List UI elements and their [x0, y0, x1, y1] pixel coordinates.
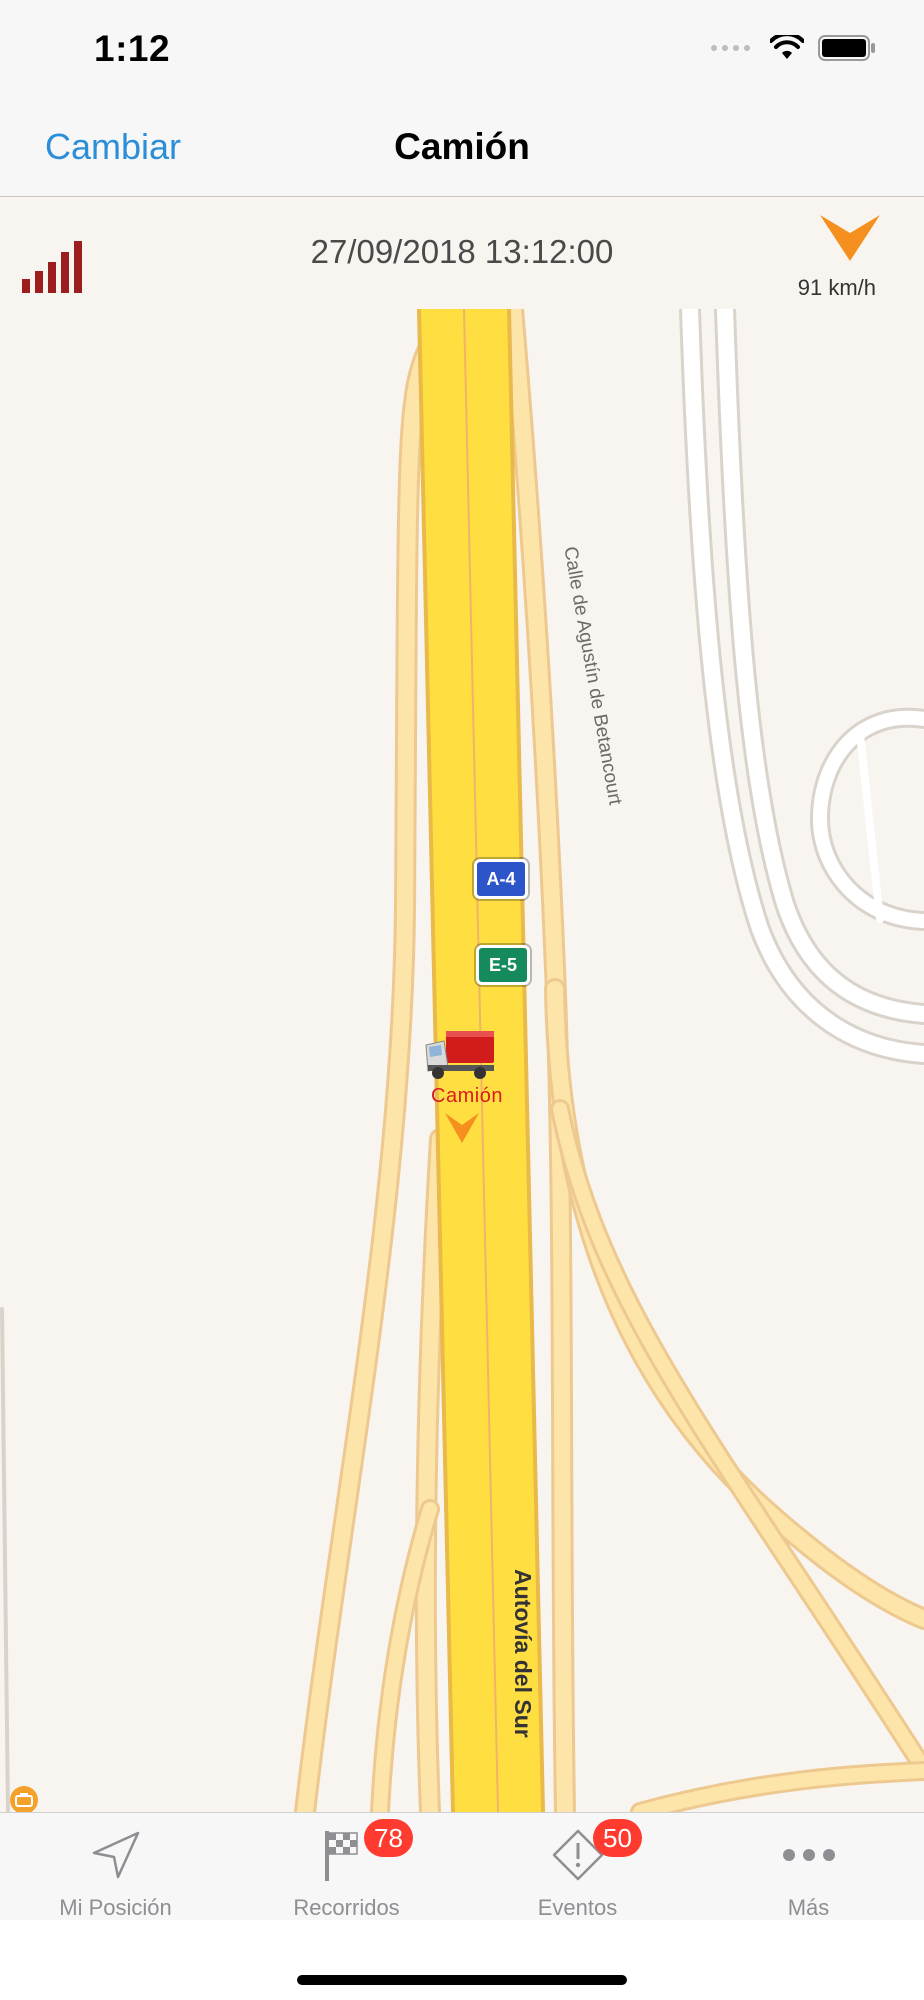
vehicle-map-label: Camión: [431, 1085, 503, 1107]
page-title: Camión: [394, 126, 530, 167]
location-arrow-icon: [86, 1827, 146, 1883]
navigation-bar: Cambiar Camión: [0, 100, 924, 197]
battery-icon: [818, 35, 875, 61]
position-datetime: 27/09/2018 13:12:00: [310, 233, 614, 270]
recorridos-badge: 78: [364, 1819, 413, 1857]
more-dots-icon: [779, 1827, 839, 1883]
tab-label: Más: [787, 1895, 830, 1920]
tab-eventos[interactable]: 50 Eventos: [462, 1813, 693, 1921]
vehicle-info-bar: 27/09/2018 13:12:00 91 km/h: [0, 197, 924, 309]
highway-shield-a4: A-4: [474, 859, 528, 899]
tab-label: Recorridos: [293, 1895, 400, 1920]
tab-label: Mi Posición: [59, 1895, 172, 1920]
tab-label: Eventos: [537, 1895, 618, 1920]
tab-mi-posicion[interactable]: Mi Posición: [0, 1813, 231, 1921]
cellular-signal-icon: [711, 45, 750, 51]
status-icons: [711, 34, 876, 62]
status-time: 1:12: [94, 28, 171, 69]
status-bar: 1:12: [0, 0, 924, 100]
tab-bar: Mi Posición 78 Recorridos 50 Eventos Más: [0, 1812, 924, 1921]
eventos-badge: 50: [593, 1819, 642, 1857]
vehicle-speed: 91 km/h: [797, 275, 876, 300]
tab-recorridos[interactable]: 78 Recorridos: [231, 1813, 462, 1921]
direction-arrow-icon: [820, 215, 880, 261]
maps-legal-icon[interactable]: [10, 1786, 38, 1812]
wifi-icon: [770, 35, 804, 59]
vehicle-heading-icon: [445, 1113, 479, 1143]
tab-mas[interactable]: Más: [693, 1813, 924, 1921]
map-view[interactable]: A-4 E-5 Calle de Agustín de Betancourt A…: [0, 309, 924, 1812]
home-indicator-area: [0, 1920, 924, 2000]
truck-icon[interactable]: [424, 1027, 498, 1083]
highway-label: Autovía del Sur: [510, 1569, 536, 1738]
home-indicator[interactable]: [297, 1975, 627, 1985]
highway-shield-e5: E-5: [476, 945, 530, 985]
